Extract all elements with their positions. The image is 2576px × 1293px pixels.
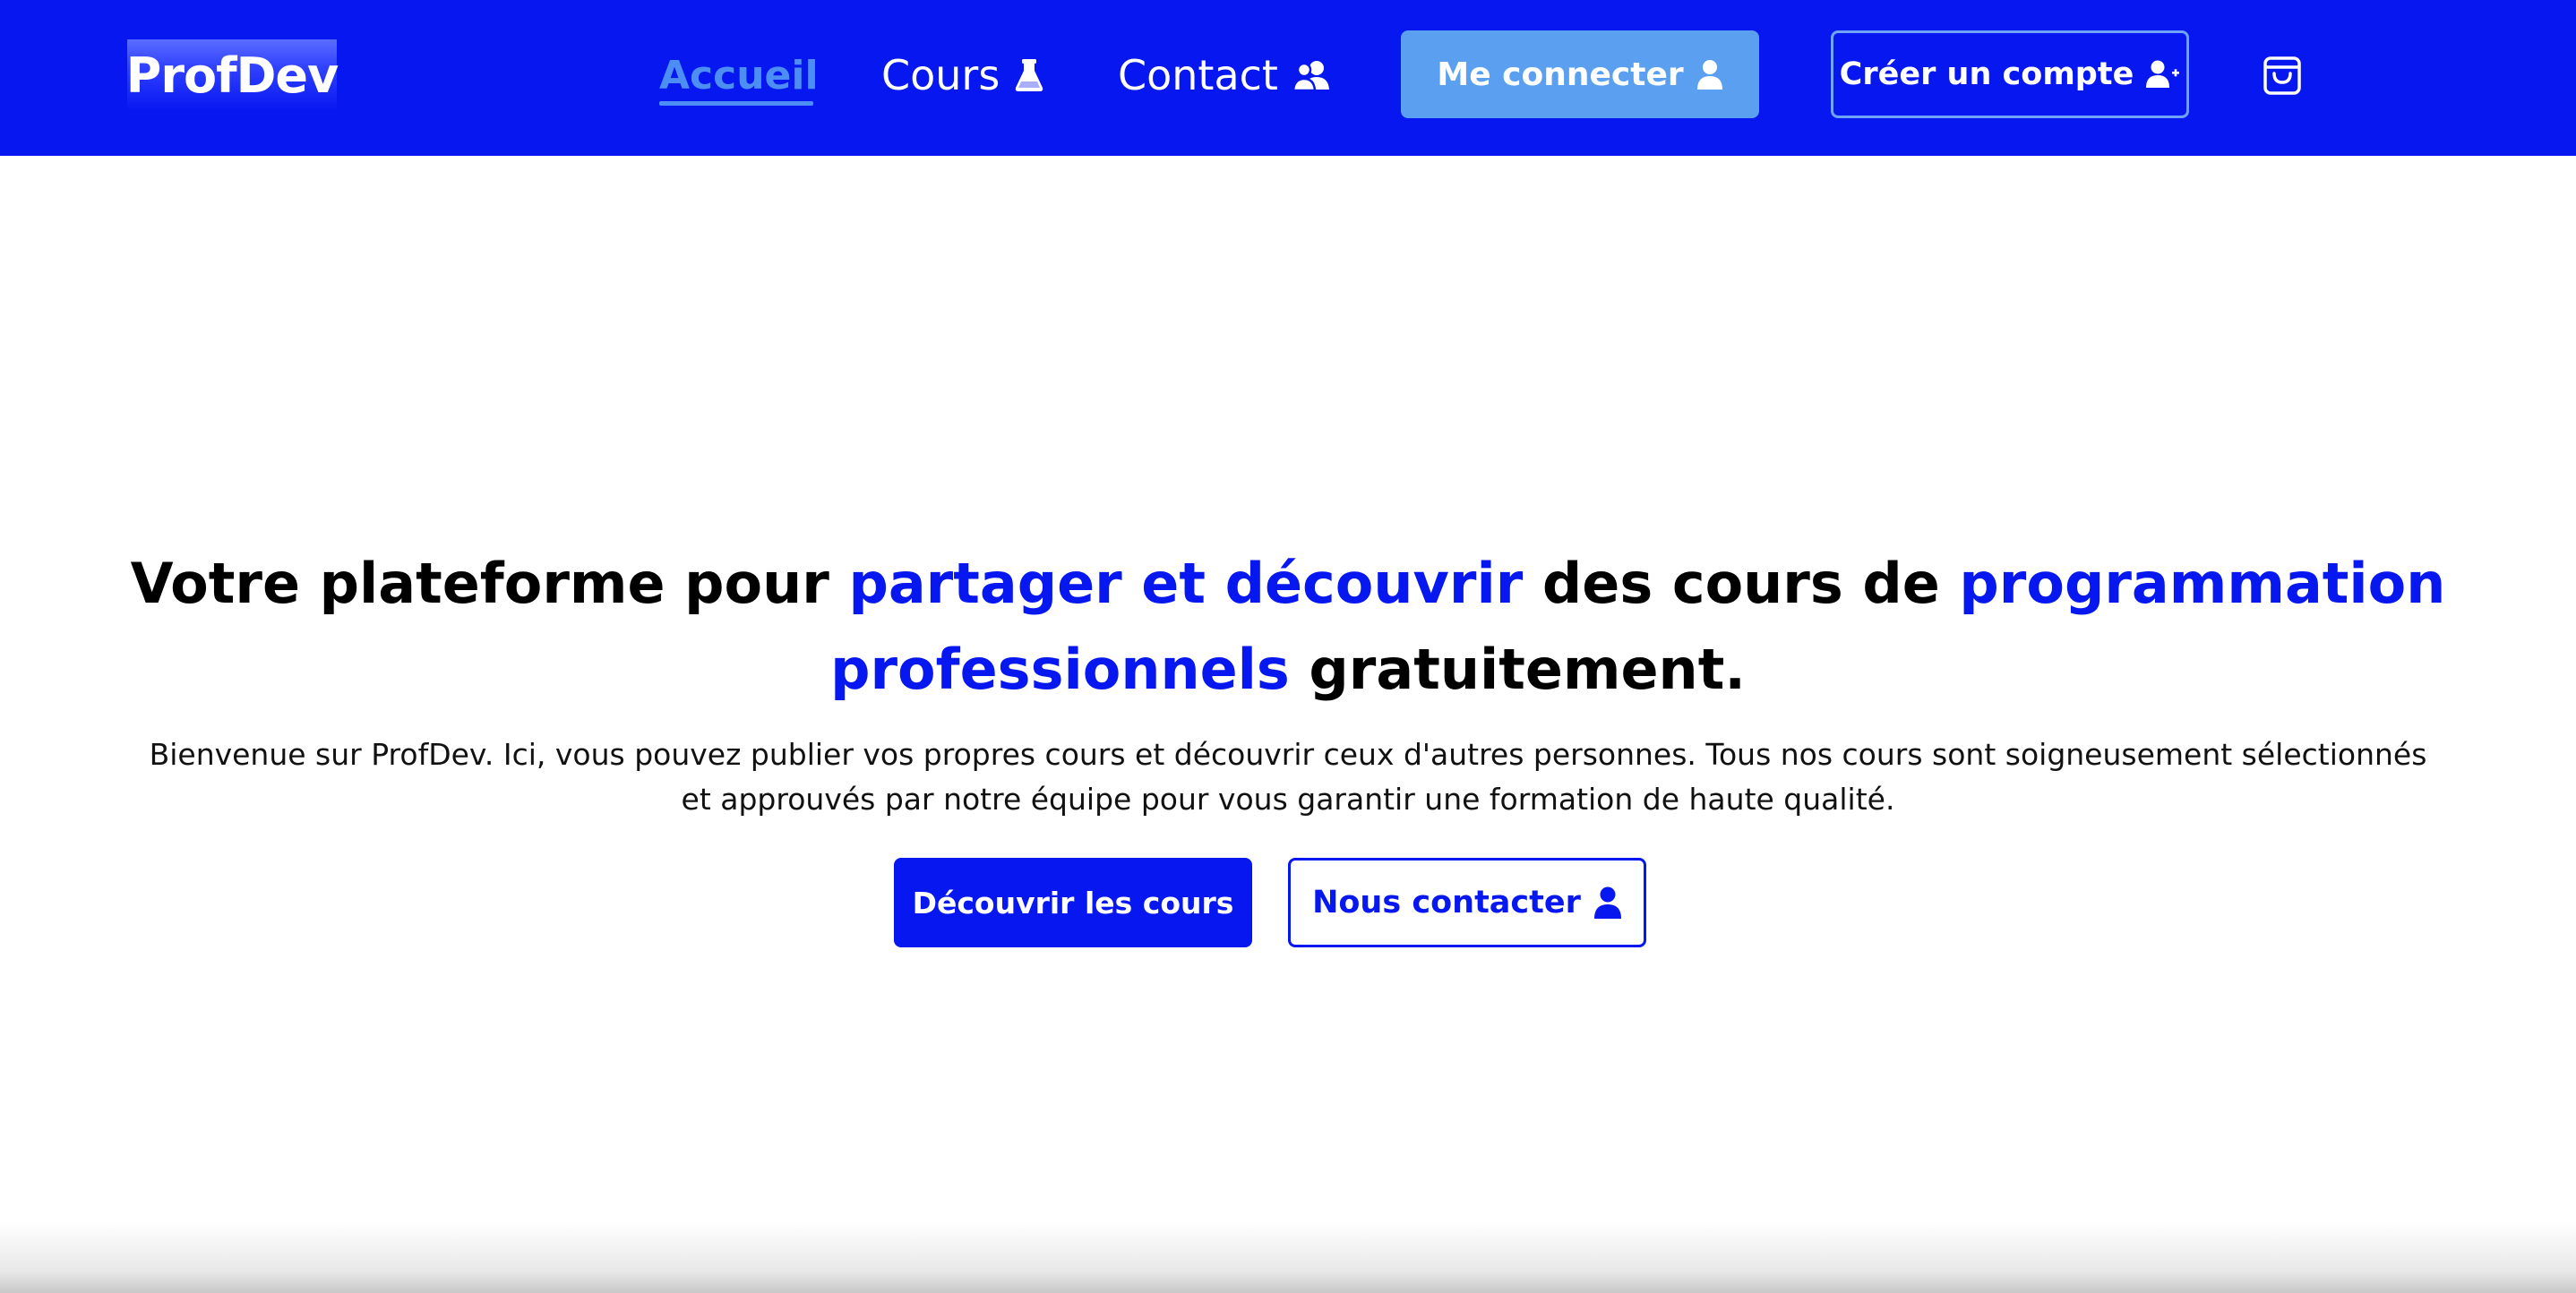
nav-link-label: Cours bbox=[881, 51, 1000, 99]
active-underline bbox=[659, 101, 813, 106]
user-icon bbox=[1696, 59, 1723, 90]
discover-courses-button[interactable]: Découvrir les cours bbox=[894, 858, 1252, 947]
login-button[interactable]: Me connecter bbox=[1401, 30, 1759, 118]
discover-courses-label: Découvrir les cours bbox=[912, 885, 1234, 921]
register-button-label: Créer un compte bbox=[1839, 56, 2134, 92]
logo[interactable]: ProfDev bbox=[126, 39, 339, 111]
hero-title-part: Votre plateforme pour bbox=[130, 551, 849, 616]
contact-us-button[interactable]: Nous contacter bbox=[1288, 858, 1646, 947]
top-navbar: ProfDev Accueil Cours Contact Me connect… bbox=[0, 0, 2576, 156]
hero-subtitle: Bienvenue sur ProfDev. Ici, vous pouvez … bbox=[149, 737, 2427, 817]
nav-link-label: Accueil bbox=[659, 52, 819, 98]
users-icon bbox=[1292, 59, 1330, 91]
shopping-bag-icon[interactable] bbox=[2259, 52, 2306, 98]
nav-link-accueil[interactable]: Accueil bbox=[659, 43, 819, 107]
flask-icon bbox=[1014, 57, 1044, 93]
nav-link-contact[interactable]: Contact bbox=[1118, 43, 1330, 107]
contact-us-label: Nous contacter bbox=[1312, 885, 1581, 921]
login-button-label: Me connecter bbox=[1437, 56, 1684, 93]
hero-title-part: des cours de bbox=[1523, 551, 1960, 616]
nav-link-label: Contact bbox=[1118, 51, 1278, 99]
hero-title-part: gratuitement. bbox=[1289, 637, 1746, 702]
hero-title-highlight: partager et découvrir bbox=[848, 551, 1524, 616]
nav-link-cours[interactable]: Cours bbox=[881, 43, 1044, 107]
user-plus-icon bbox=[2146, 60, 2180, 89]
user-icon bbox=[1593, 886, 1622, 919]
bottom-shadow bbox=[0, 1221, 2576, 1293]
hero-title: Votre plateforme pour partager et découv… bbox=[125, 541, 2451, 713]
register-button[interactable]: Créer un compte bbox=[1831, 30, 2189, 118]
